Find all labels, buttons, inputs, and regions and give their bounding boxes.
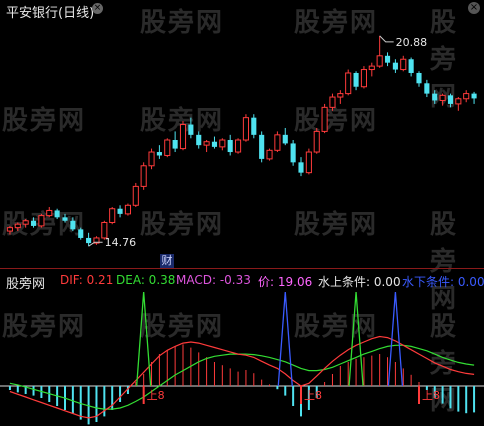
- candle-body: [463, 93, 470, 100]
- candle-body: [86, 237, 92, 244]
- dif-line: [9, 335, 475, 419]
- candlestick-series: [6, 35, 477, 247]
- high-price-label: 20.88: [396, 36, 428, 49]
- chart-canvas: 上8 上8 上8 20.88 14.76: [0, 35, 484, 425]
- candle-body: [227, 140, 233, 153]
- candle-body: [274, 134, 281, 151]
- candle-body: [156, 152, 162, 156]
- candle-body: [203, 141, 210, 146]
- candle-body: [46, 209, 53, 217]
- condition-spikes: [136, 291, 404, 387]
- candle-body: [447, 95, 454, 104]
- candle-body: [30, 220, 37, 226]
- candle-body: [54, 210, 60, 218]
- candle-body: [164, 139, 171, 156]
- candle-body: [455, 98, 462, 105]
- candle-body: [337, 93, 344, 98]
- candle-body: [282, 134, 288, 144]
- price-value: 价: 19.06: [258, 275, 313, 289]
- candle-body: [439, 94, 446, 101]
- candle-body: [235, 139, 242, 153]
- dif-value: DIF: 0.21: [60, 273, 114, 287]
- candle-body: [384, 55, 391, 63]
- candle-body: [298, 162, 304, 173]
- candle-body: [266, 149, 273, 160]
- candle-body: [22, 220, 29, 225]
- candle-body: [424, 83, 430, 94]
- candle-body: [305, 151, 312, 174]
- price-annotations: 20.88 14.76: [88, 35, 428, 249]
- macd-histogram: [0, 344, 484, 425]
- candle-body: [400, 58, 407, 71]
- candle-body: [196, 134, 202, 146]
- high-pointer: [379, 35, 394, 43]
- indicator-lines: [9, 335, 475, 419]
- candle-body: [6, 227, 13, 232]
- candle-body: [38, 215, 45, 227]
- candle-body: [368, 65, 375, 71]
- signal-label: 上8: [304, 389, 322, 402]
- candle-body: [188, 124, 194, 135]
- candle-body: [179, 124, 187, 150]
- candle-body: [62, 217, 68, 221]
- above-condition-value: 水上条件: 0.00: [318, 275, 401, 289]
- candle-body: [109, 208, 116, 223]
- candle-body: [432, 93, 438, 101]
- candle-body: [211, 141, 218, 147]
- macd-value: MACD: -0.33: [176, 273, 251, 287]
- below-condition-value: 水下条件: 0.00: [402, 275, 484, 289]
- candle-body: [376, 55, 383, 67]
- candle-body: [172, 140, 178, 149]
- candle-body: [345, 72, 352, 95]
- low-price-label: 14.76: [105, 236, 137, 249]
- candle-body: [14, 223, 21, 229]
- signal-label: 上8: [422, 389, 440, 402]
- candle-body: [242, 117, 249, 141]
- indicator-name: 股旁网: [6, 277, 46, 292]
- dea-value: DEA: 0.38: [116, 273, 176, 287]
- candle-body: [117, 208, 123, 214]
- candle-body: [392, 62, 398, 70]
- candle-body: [219, 139, 226, 148]
- candle-body: [360, 69, 367, 88]
- candle-body: [313, 130, 320, 153]
- candle-body: [416, 72, 422, 84]
- candle-body: [471, 93, 477, 99]
- candle-body: [290, 143, 296, 163]
- candle-body: [321, 106, 328, 132]
- candle-body: [132, 185, 139, 206]
- candle-body: [124, 204, 131, 215]
- candle-body: [329, 96, 336, 108]
- finance-badge[interactable]: 财: [160, 254, 174, 268]
- signal-label: 上8: [147, 389, 165, 402]
- below-condition-spike: [277, 291, 293, 387]
- candle-body: [353, 72, 359, 87]
- candle-body: [259, 134, 265, 159]
- candle-body: [78, 229, 84, 238]
- signal-markers: 上8 上8 上8: [142, 386, 440, 404]
- candle-body: [251, 117, 257, 135]
- candle-body: [140, 165, 147, 187]
- candle-body: [408, 59, 414, 73]
- candle-body: [148, 151, 155, 167]
- candle-body: [70, 220, 76, 230]
